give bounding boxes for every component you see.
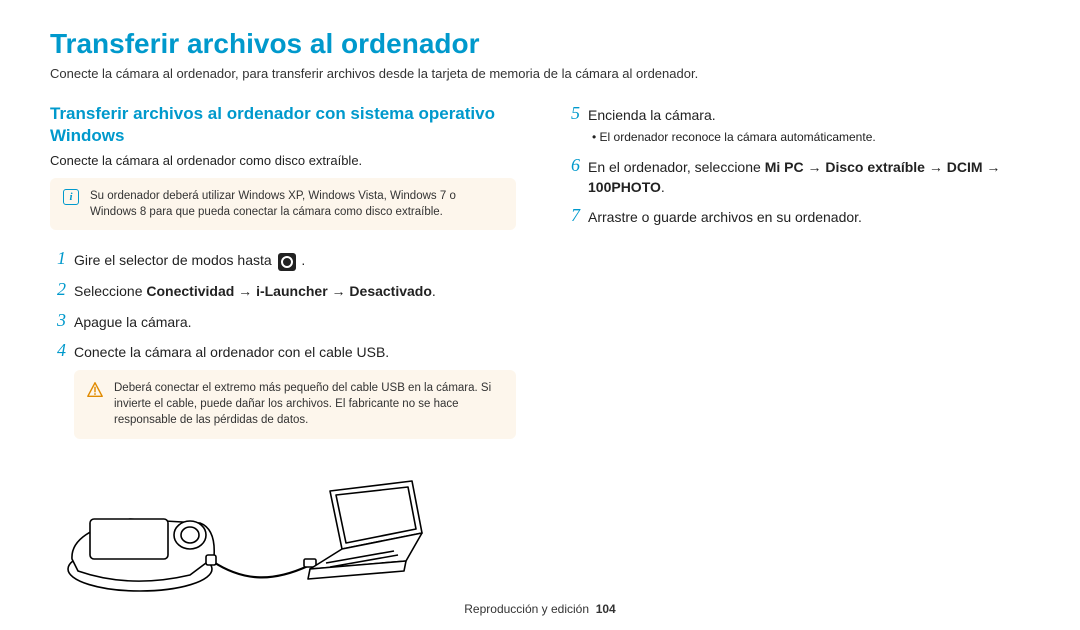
info-note-text: Su ordenador deberá utilizar Windows XP,… [90,188,504,220]
step-text: Encienda la cámara. El ordenador reconoc… [588,103,1030,147]
page-footer: Reproducción y edición 104 [0,602,1080,616]
step-3: 3 Apague la cámara. [50,310,516,332]
step-4: 4 Conecte la cámara al ordenador con el … [50,340,516,362]
step-number: 6 [564,155,580,177]
warning-note: Deberá conectar el extremo más pequeño d… [74,370,516,438]
step-number: 1 [50,248,66,270]
step-7: 7 Arrastre o guarde archivos en su orden… [564,205,1030,227]
step-text: Gire el selector de modos hasta . [74,248,516,271]
mode-dial-icon [278,253,296,271]
footer-page-number: 104 [596,602,616,616]
warning-icon [86,381,104,399]
left-column: Transferir archivos al ordenador con sis… [50,103,516,606]
step-1: 1 Gire el selector de modos hasta . [50,248,516,271]
footer-section: Reproducción y edición [464,602,589,616]
page-intro: Conecte la cámara al ordenador, para tra… [50,66,1030,81]
steps-left: 1 Gire el selector de modos hasta . 2 Se… [50,248,516,362]
info-note: i Su ordenador deberá utilizar Windows X… [50,178,516,230]
step-number: 7 [564,205,580,227]
page-title: Transferir archivos al ordenador [50,28,1030,60]
content-columns: Transferir archivos al ordenador con sis… [50,103,1030,606]
step-text: Conecte la cámara al ordenador con el ca… [74,340,516,362]
steps-right: 5 Encienda la cámara. El ordenador recon… [564,103,1030,228]
section-subintro: Conecte la cámara al ordenador como disc… [50,153,516,168]
step-5: 5 Encienda la cámara. El ordenador recon… [564,103,1030,147]
step-2: 2 Seleccione Conectividad → i-Launcher →… [50,279,516,301]
info-icon: i [62,189,80,205]
right-column: 5 Encienda la cámara. El ordenador recon… [564,103,1030,606]
camera-laptop-illustration [50,471,430,601]
warning-note-text: Deberá conectar el extremo más pequeño d… [114,380,504,428]
step-text: Apague la cámara. [74,310,516,332]
step-substep: El ordenador reconoce la cámara automáti… [588,129,1030,146]
section-subtitle: Transferir archivos al ordenador con sis… [50,103,516,147]
step-text: Arrastre o guarde archivos en su ordenad… [588,205,1030,227]
step-number: 4 [50,340,66,362]
step-6: 6 En el ordenador, seleccione Mi PC → Di… [564,155,1030,198]
step-number: 2 [50,279,66,301]
step-text: Seleccione Conectividad → i-Launcher → D… [74,279,516,301]
step-number: 3 [50,310,66,332]
step-number: 5 [564,103,580,125]
step-text: En el ordenador, seleccione Mi PC → Disc… [588,155,1030,198]
